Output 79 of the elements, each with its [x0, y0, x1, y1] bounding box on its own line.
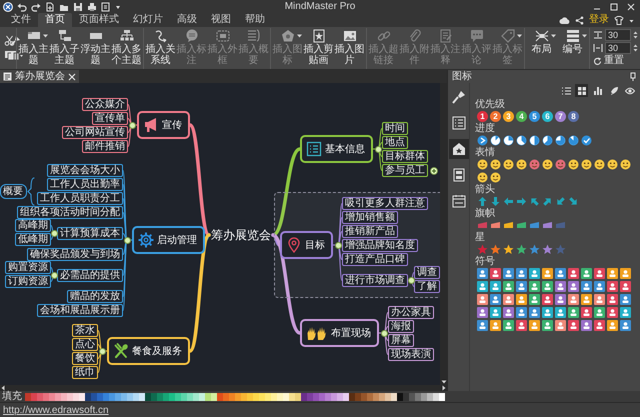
- login-link[interactable]: 登录: [589, 13, 609, 27]
- spacing-field[interactable]: 30: [605, 42, 631, 54]
- ribbon-button[interactable]: 插入剪贴画: [303, 28, 334, 68]
- ribbon-button[interactable]: 插入关系线: [145, 28, 176, 68]
- subtopic[interactable]: 必需品的提供: [57, 269, 123, 282]
- section-heading: 符号: [475, 256, 496, 268]
- main-topic[interactable]: 布置现场: [300, 319, 379, 347]
- subtopic[interactable]: 公司网站宣传: [62, 126, 128, 139]
- subtopic[interactable]: 现场表演: [388, 348, 434, 361]
- main-topic[interactable]: 基本信息: [300, 135, 373, 163]
- subtopic[interactable]: 购置资源: [5, 261, 51, 274]
- subtopic[interactable]: 海报: [388, 320, 414, 333]
- subtopic[interactable]: 推销新产品: [342, 225, 398, 238]
- subtopic[interactable]: 吸引更多人群注意: [342, 197, 428, 210]
- menu-tab[interactable]: 帮助: [238, 13, 272, 27]
- panel-title: 图标: [452, 70, 472, 83]
- main-topic[interactable]: 启动管理: [132, 226, 205, 254]
- subtopic[interactable]: 参与员工: [382, 164, 428, 177]
- section-heading: 优先级: [475, 99, 506, 111]
- subtopic[interactable]: 订购资源: [5, 275, 51, 288]
- subtopic[interactable]: 增强品牌知名度: [342, 239, 418, 252]
- summary-topic[interactable]: 概要: [0, 184, 27, 199]
- subtopic[interactable]: 宣传单: [92, 112, 128, 125]
- subtopic[interactable]: 打造产品口碑: [342, 253, 408, 266]
- subtopic[interactable]: 茶水: [72, 324, 98, 337]
- ribbon-button[interactable]: 插入子主题: [49, 28, 80, 68]
- priority-marker[interactable]: 1: [477, 111, 488, 122]
- subtopic[interactable]: 时间: [382, 122, 408, 135]
- subtopic[interactable]: 了解: [414, 280, 440, 293]
- status-url[interactable]: http://www.edrawsoft.cn: [3, 404, 109, 416]
- section-heading: 箭头: [475, 184, 496, 196]
- subtopic[interactable]: 餐饮: [72, 352, 98, 365]
- subtopic[interactable]: 增加销售额: [342, 211, 398, 224]
- subtopic[interactable]: 屏幕: [388, 334, 414, 347]
- subtopic[interactable]: 地点: [382, 136, 408, 149]
- menu-tab[interactable]: 高级: [170, 13, 204, 27]
- ribbon-button[interactable]: 编号: [557, 28, 588, 68]
- window-title: MindMaster Pro: [284, 0, 356, 13]
- main-topic[interactable]: 餐食及服务: [107, 337, 190, 365]
- subtopic[interactable]: 邮件推销: [82, 140, 128, 153]
- ribbon-button[interactable]: 插入多个主题: [111, 28, 142, 68]
- menu-tab[interactable]: 页面样式: [72, 13, 126, 27]
- menu-tab[interactable]: 首页: [38, 13, 72, 27]
- section-heading: 星: [475, 232, 486, 244]
- priority-marker[interactable]: 8: [568, 111, 579, 122]
- subtopic[interactable]: 进行市场调查: [342, 274, 408, 287]
- subtopic[interactable]: 纸巾: [72, 366, 98, 379]
- section-heading: 进度: [475, 123, 496, 135]
- subtopic[interactable]: 组织各项活动时间分配: [17, 206, 123, 219]
- main-topic[interactable]: 宣传: [137, 111, 190, 139]
- ribbon-button[interactable]: 布局: [526, 28, 557, 68]
- reset-button[interactable]: 重置: [593, 55, 638, 67]
- main-topic[interactable]: 目标: [280, 231, 333, 259]
- subtopic[interactable]: 公众媒介: [82, 98, 128, 111]
- central-topic[interactable]: 筹办展览会: [209, 227, 273, 243]
- spacing-field[interactable]: 30: [605, 29, 631, 41]
- section-heading: 表情: [475, 147, 496, 159]
- ribbon-button[interactable]: 插入图片: [334, 28, 365, 68]
- palette-label: 填充: [2, 391, 22, 402]
- menu-tab[interactable]: 幻灯片: [126, 13, 170, 27]
- subtopic[interactable]: 确保奖品颁发与到场: [27, 248, 123, 261]
- subtopic[interactable]: 办公家具: [388, 306, 434, 319]
- subtopic[interactable]: 点心: [72, 338, 98, 351]
- document-tab[interactable]: 筹办展览会: [0, 70, 79, 83]
- subtopic[interactable]: 工作人员职责分工: [37, 192, 123, 205]
- subtopic[interactable]: 会场和展品展示册: [37, 304, 123, 317]
- subtopic[interactable]: 高峰期: [15, 219, 51, 232]
- subtopic[interactable]: 展览会会场大小: [47, 164, 123, 177]
- subtopic[interactable]: 低峰期: [15, 233, 51, 246]
- ribbon-button[interactable]: 浮动主题: [80, 28, 111, 68]
- ribbon-button[interactable]: 插入主题: [18, 28, 49, 68]
- subtopic[interactable]: 计算预算成本: [57, 227, 123, 240]
- menu-tab[interactable]: 视图: [204, 13, 238, 27]
- menu-tab[interactable]: 文件: [4, 13, 38, 27]
- subtopic[interactable]: 赠品的发放: [67, 290, 123, 303]
- subtopic[interactable]: 调查: [414, 266, 440, 279]
- subtopic[interactable]: 工作人员出勤率: [47, 178, 123, 191]
- section-heading: 旗帜: [475, 208, 496, 220]
- subtopic[interactable]: 目标群体: [382, 150, 428, 163]
